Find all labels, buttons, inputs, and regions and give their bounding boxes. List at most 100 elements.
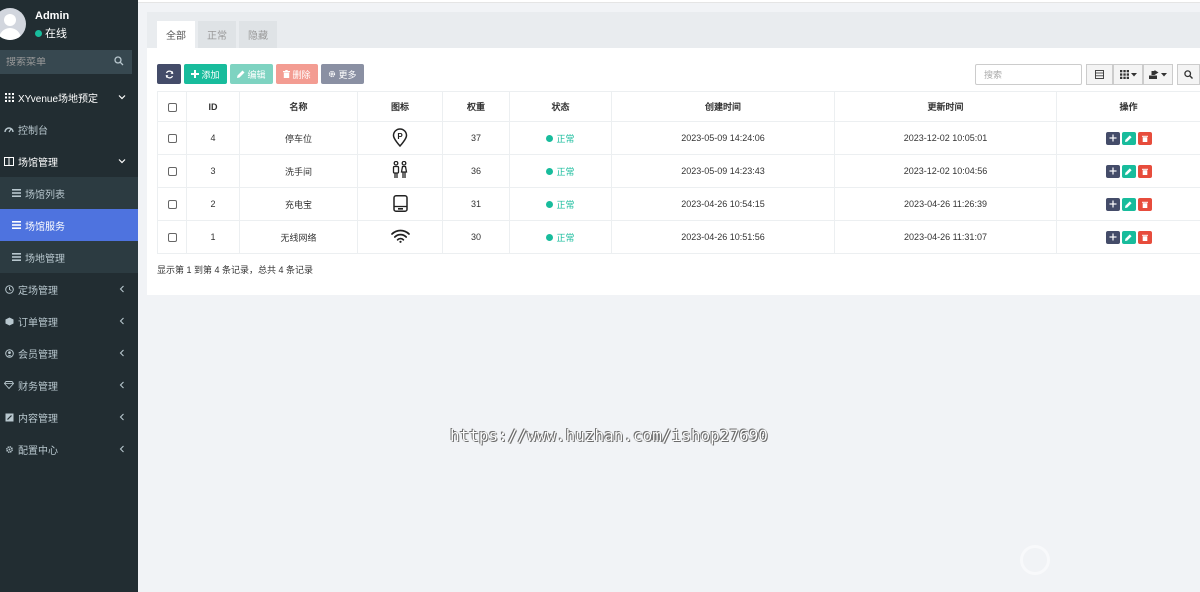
- tab-all[interactable]: 全部: [157, 21, 195, 48]
- export-dropdown-button[interactable]: [1143, 64, 1173, 85]
- sidebar-item-booking-management[interactable]: 定场管理: [0, 273, 138, 305]
- sidebar-item-label: 会员管理: [18, 349, 58, 361]
- move-icon: [1109, 134, 1116, 142]
- table-row[interactable]: 1 无线网络 30 正常 2023-04-26 10:51:56 2023-04…: [157, 220, 1200, 254]
- export-icon: [1149, 70, 1159, 79]
- status-dot-icon: [546, 200, 554, 208]
- trash-icon: [1141, 168, 1148, 175]
- venue-submenu: 场馆列表 场馆服务 场地管理: [0, 177, 138, 273]
- column-header-id[interactable]: ID: [186, 91, 240, 122]
- status-dot-icon: [546, 233, 554, 241]
- search-toggle-button[interactable]: [1177, 64, 1200, 85]
- sidebar-item-label: 场地管理: [25, 253, 65, 265]
- row-checkbox[interactable]: [167, 134, 177, 144]
- sidebar-item-xyvenue[interactable]: XYvenue场地预定: [0, 81, 138, 113]
- trash-icon: [1141, 201, 1148, 208]
- edit-button[interactable]: 编辑: [230, 64, 273, 84]
- columns-dropdown-button[interactable]: [1113, 64, 1143, 85]
- sidebar-item-finance-management[interactable]: 财务管理: [0, 369, 138, 401]
- row-edit-button[interactable]: [1121, 131, 1136, 145]
- column-header-status[interactable]: 状态: [509, 91, 612, 122]
- cell-icon: P: [357, 121, 443, 155]
- wifi-icon: [390, 229, 410, 243]
- select-all-checkbox[interactable]: [167, 102, 177, 112]
- row-delete-button[interactable]: [1137, 197, 1152, 211]
- toggle-view-button[interactable]: [1086, 64, 1113, 85]
- column-header-created[interactable]: 创建时间: [611, 91, 835, 122]
- column-header-name[interactable]: 名称: [239, 91, 358, 122]
- restroom-icon: [392, 160, 408, 178]
- row-delete-button[interactable]: [1137, 164, 1152, 178]
- sidebar-item-label: 财务管理: [18, 381, 58, 393]
- row-delete-button[interactable]: [1137, 131, 1152, 145]
- column-header-icon[interactable]: 图标: [357, 91, 443, 122]
- edit-button-label: 编辑: [247, 69, 266, 80]
- sidebar: Admin 在线 XYvenue场地预定 控制台 场馆管理 场馆列表: [0, 0, 138, 592]
- sidebar-item-content-management[interactable]: 内容管理: [0, 401, 138, 433]
- cell-updated: 2023-04-26 11:31:07: [834, 220, 1057, 254]
- search-icon[interactable]: [114, 56, 124, 66]
- search-icon: [1184, 70, 1193, 79]
- trash-icon: [1141, 234, 1148, 241]
- row-delete-button[interactable]: [1137, 230, 1152, 244]
- column-header-weight[interactable]: 权重: [442, 91, 510, 122]
- cell-created: 2023-04-26 10:54:15: [611, 187, 835, 221]
- gear-icon: [4, 444, 14, 454]
- cell-status: 正常: [509, 187, 612, 221]
- sidebar-item-venue-list[interactable]: 场馆列表: [0, 177, 138, 209]
- top-bar: [138, 0, 1200, 3]
- status-dot-icon: [546, 134, 554, 142]
- drag-button[interactable]: [1105, 230, 1120, 244]
- pencil-icon: [1125, 233, 1132, 241]
- row-edit-button[interactable]: [1121, 164, 1136, 178]
- table-row[interactable]: 4 停车位 P 37 正常 2023-05-09 14:24:06 2023-1…: [157, 121, 1200, 155]
- status-badge: 正常: [546, 132, 575, 145]
- sidebar-item-label: 配置中心: [18, 445, 58, 457]
- tab-hidden[interactable]: 隐藏: [239, 21, 277, 48]
- sidebar-menu: XYvenue场地预定 控制台 场馆管理 场馆列表 场馆服务 场地管理 定场管理…: [0, 81, 138, 465]
- drag-button[interactable]: [1105, 197, 1120, 211]
- avatar[interactable]: [0, 8, 26, 40]
- row-select-cell: [157, 187, 187, 221]
- sidebar-item-config-center[interactable]: 配置中心: [0, 433, 138, 465]
- status-badge: 正常: [546, 198, 575, 211]
- row-edit-button[interactable]: [1121, 197, 1136, 211]
- drag-button[interactable]: [1105, 164, 1120, 178]
- row-checkbox[interactable]: [167, 233, 177, 243]
- cell-weight: 36: [442, 154, 510, 188]
- pencil-icon: [237, 70, 245, 78]
- grid-icon: [1119, 70, 1129, 79]
- drag-button[interactable]: [1105, 131, 1120, 145]
- sidebar-item-label: 场馆服务: [25, 221, 65, 233]
- sidebar-item-label: 定场管理: [18, 285, 58, 297]
- sidebar-item-order-management[interactable]: 订单管理: [0, 305, 138, 337]
- refresh-button[interactable]: [157, 64, 181, 84]
- cell-actions: [1056, 121, 1200, 155]
- row-checkbox[interactable]: [167, 200, 177, 210]
- row-actions: [1105, 230, 1152, 244]
- sidebar-item-field-management[interactable]: 场地管理: [0, 241, 138, 273]
- list-icon: [11, 220, 21, 230]
- add-button[interactable]: 添加: [184, 64, 227, 84]
- user-name: Admin: [35, 10, 70, 22]
- table-row[interactable]: 3 洗手间 36 正常 2023-05-09 14:23:43 2023-12-…: [157, 154, 1200, 188]
- cell-updated: 2023-12-02 10:05:01: [834, 121, 1057, 155]
- sidebar-item-venue-services[interactable]: 场馆服务: [0, 209, 138, 241]
- table-search-input[interactable]: [975, 64, 1082, 85]
- status-label: 正常: [556, 133, 575, 144]
- gear-icon: [329, 70, 336, 78]
- cell-icon: [357, 154, 443, 188]
- row-edit-button[interactable]: [1121, 230, 1136, 244]
- table-row[interactable]: 2 充电宝 31 正常 2023-04-26 10:54:15 2023-04-…: [157, 187, 1200, 221]
- sidebar-item-member-management[interactable]: 会员管理: [0, 337, 138, 369]
- pencil-icon: [1125, 167, 1132, 175]
- sidebar-search-input[interactable]: [6, 56, 106, 68]
- delete-button[interactable]: 删除: [276, 64, 318, 84]
- sidebar-item-dashboard[interactable]: 控制台: [0, 113, 138, 145]
- cell-actions: [1056, 187, 1200, 221]
- tab-normal[interactable]: 正常: [198, 21, 236, 48]
- more-button[interactable]: 更多: [321, 64, 364, 84]
- column-header-updated[interactable]: 更新时间: [834, 91, 1057, 122]
- sidebar-item-venue-management[interactable]: 场馆管理: [0, 145, 138, 177]
- row-checkbox[interactable]: [167, 167, 177, 177]
